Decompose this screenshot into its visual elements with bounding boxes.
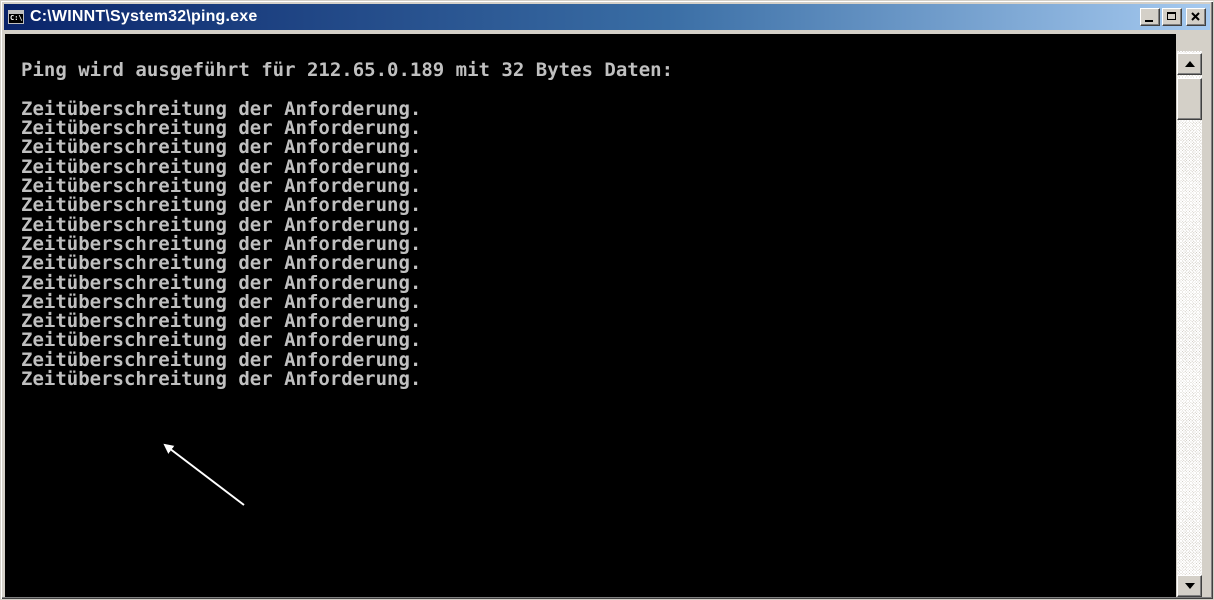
console-window: C:\WINNT\System32\ping.exe Ping wird aus… <box>0 0 1214 600</box>
close-button[interactable] <box>1186 8 1206 26</box>
title-bar[interactable]: C:\WINNT\System32\ping.exe <box>4 4 1210 30</box>
vertical-scrollbar[interactable] <box>1177 51 1202 597</box>
minimize-button[interactable] <box>1140 8 1160 26</box>
window-controls <box>1140 8 1206 26</box>
maximize-button[interactable] <box>1162 8 1182 26</box>
close-icon <box>1191 12 1200 21</box>
console-output-area[interactable]: Ping wird ausgeführt für 212.65.0.189 mi… <box>5 34 1176 597</box>
scroll-up-arrow-icon <box>1185 61 1195 67</box>
minimize-icon <box>1145 20 1153 22</box>
annotation-arrow <box>163 443 245 506</box>
window-title: C:\WINNT\System32\ping.exe <box>30 8 258 25</box>
scroll-up-button[interactable] <box>1177 53 1202 75</box>
maximize-icon <box>1167 12 1176 20</box>
console-icon[interactable] <box>8 10 24 24</box>
scrollbar-thumb[interactable] <box>1177 78 1202 120</box>
scroll-down-arrow-icon <box>1185 583 1195 589</box>
scroll-down-button[interactable] <box>1177 575 1202 597</box>
